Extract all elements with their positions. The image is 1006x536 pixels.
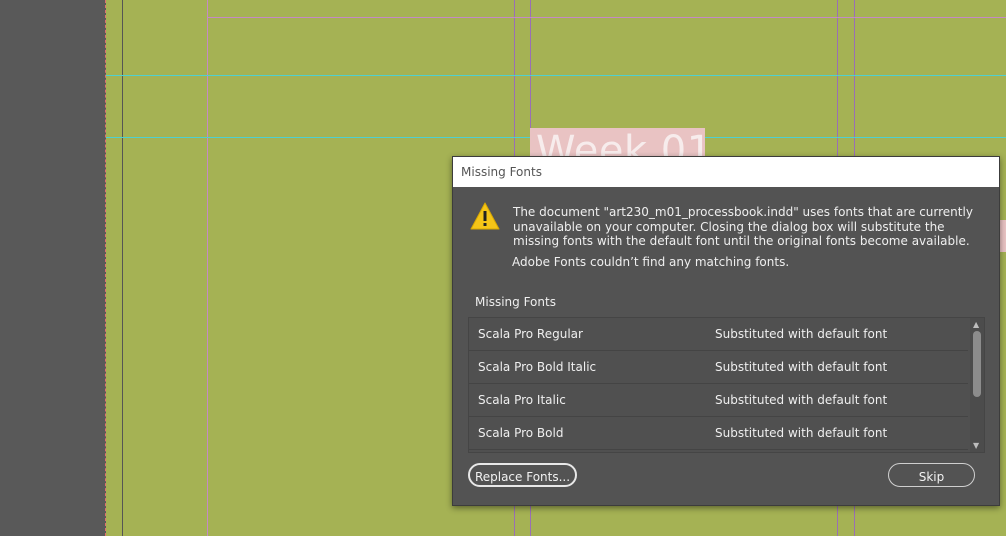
font-status: Substituted with default font — [715, 426, 888, 440]
scroll-up-icon[interactable]: ▲ — [973, 320, 979, 329]
adobe-fonts-note: Adobe Fonts couldn’t find any matching f… — [512, 255, 790, 269]
list-item[interactable]: Scala Pro Italic Substituted with defaul… — [469, 384, 968, 417]
missing-fonts-label: Missing Fonts — [475, 295, 556, 309]
warning-icon — [469, 201, 501, 235]
ruler-guide[interactable] — [106, 75, 1006, 76]
replace-fonts-button[interactable]: Replace Fonts... — [468, 463, 577, 487]
dialog-message: The document "art230_m01_processbook.ind… — [513, 205, 973, 248]
skip-button[interactable]: Skip — [888, 463, 975, 487]
font-name: Scala Pro Regular — [478, 327, 583, 341]
list-item[interactable]: Scala Pro Bold Substituted with default … — [469, 417, 968, 450]
list-scrollbar[interactable]: ▲ ▼ — [970, 318, 984, 452]
dialog-title: Missing Fonts — [453, 157, 999, 187]
font-name: Scala Pro Bold — [478, 426, 564, 440]
scrollbar-thumb[interactable] — [973, 331, 981, 397]
list-item[interactable]: Scala Pro Regular Substituted with defau… — [469, 318, 968, 351]
scroll-down-icon[interactable]: ▼ — [973, 441, 979, 450]
pasteboard — [0, 0, 106, 536]
margin-guide-top — [207, 17, 1006, 18]
font-name: Scala Pro Bold Italic — [478, 360, 597, 374]
missing-fonts-dialog: Missing Fonts The document "art230_m01_p… — [452, 156, 1000, 506]
margin-guide-left — [207, 0, 208, 536]
list-item[interactable]: Scala Pro Bold Italic Substituted with d… — [469, 351, 968, 384]
font-name: Scala Pro Italic — [478, 393, 566, 407]
font-status: Substituted with default font — [715, 393, 888, 407]
page-edge-guide — [122, 0, 123, 536]
font-status: Substituted with default font — [715, 327, 888, 341]
missing-fonts-list[interactable]: Scala Pro Regular Substituted with defau… — [468, 317, 985, 453]
font-status: Substituted with default font — [715, 360, 888, 374]
